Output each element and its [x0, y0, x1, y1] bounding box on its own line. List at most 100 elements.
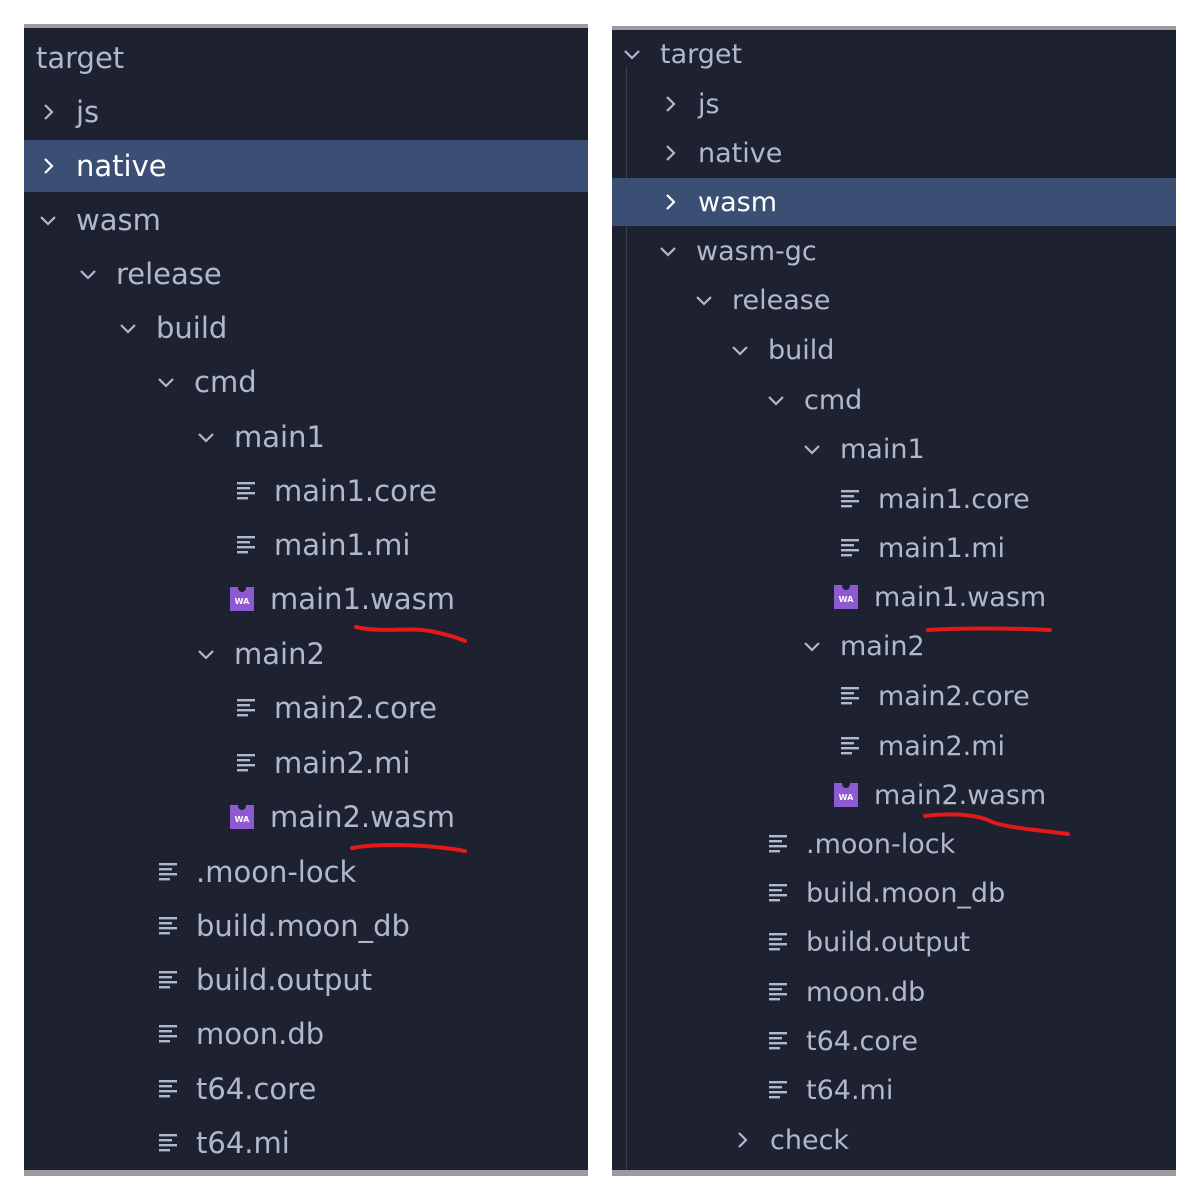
tree-item-label: build.moon_db — [196, 909, 410, 943]
tree-item-label: t64.core — [196, 1072, 317, 1106]
chevron-down-icon — [156, 372, 176, 392]
tree-item-label: build — [768, 334, 835, 366]
tree-item-label: main2.wasm — [270, 800, 455, 834]
tree-item-main2-wasm[interactable]: WA main2.wasm — [612, 771, 1176, 819]
chevron-right-icon — [38, 102, 58, 122]
text-file-icon — [768, 882, 790, 904]
tree-item-cmd[interactable]: cmd — [24, 356, 588, 408]
chevron-down-icon — [766, 390, 786, 410]
tree-item-js[interactable]: js — [612, 80, 1176, 128]
tree-item-label: native — [698, 137, 783, 169]
tree-item-label: moon.db — [196, 1017, 325, 1051]
chevron-down-icon — [802, 439, 822, 459]
tree-item-build-output[interactable]: build.output — [612, 918, 1176, 966]
tree-item-label: main1.mi — [274, 528, 411, 562]
tree-item-label: main2 — [840, 630, 925, 662]
tree-item-label: main1.core — [878, 483, 1030, 515]
text-file-icon — [236, 697, 258, 719]
text-file-icon — [236, 534, 258, 556]
tree-item-js[interactable]: js — [24, 86, 588, 138]
tree-item-label: cmd — [804, 384, 863, 416]
tree-item-label: release — [732, 284, 831, 316]
webassembly-icon: WA — [230, 804, 254, 829]
webassembly-icon: WA — [834, 584, 858, 609]
tree-item-moon-lock[interactable]: .moon-lock — [24, 846, 588, 898]
text-file-icon — [840, 537, 862, 559]
tree-item-label: wasm-gc — [696, 235, 817, 267]
tree-item-main1[interactable]: main1 — [612, 425, 1176, 473]
tree-item-wasm-gc[interactable]: wasm-gc — [612, 227, 1176, 275]
chevron-down-icon — [730, 340, 750, 360]
tree-item-target[interactable]: target — [24, 32, 588, 84]
text-file-icon — [768, 981, 790, 1003]
tree-item-main2[interactable]: main2 — [612, 622, 1176, 670]
tree-item-check[interactable]: check — [612, 1116, 1176, 1164]
tree-item-label: main2.core — [274, 691, 437, 725]
chevron-down-icon — [78, 264, 98, 284]
tree-item-cmd[interactable]: cmd — [612, 376, 1176, 424]
chevron-right-icon — [38, 156, 58, 176]
tree-item-t64-mi[interactable]: t64.mi — [24, 1117, 588, 1169]
text-file-icon — [158, 1078, 180, 1100]
tree-item-wasm[interactable]: wasm — [612, 178, 1176, 226]
tree-item-main1-core[interactable]: main1.core — [24, 465, 588, 517]
tree-item-main1-wasm[interactable]: WA main1.wasm — [612, 573, 1176, 621]
tree-item-t64-core[interactable]: t64.core — [612, 1017, 1176, 1065]
tree-item-label: main2.wasm — [874, 779, 1047, 811]
tree-item-build[interactable]: build — [612, 326, 1176, 374]
tree-item-build-output[interactable]: build.output — [24, 954, 588, 1006]
tree-item-wasm[interactable]: wasm — [24, 194, 588, 246]
tree-item-main1-mi[interactable]: main1.mi — [612, 524, 1176, 572]
text-file-icon — [840, 685, 862, 707]
tree-item-label: check — [770, 1124, 850, 1156]
tree-item-build[interactable]: build — [24, 302, 588, 354]
tree-item-t64-mi[interactable]: t64.mi — [612, 1066, 1176, 1114]
tree-item-label: main2.mi — [878, 730, 1006, 762]
tree-item-main2-mi[interactable]: main2.mi — [24, 737, 588, 789]
text-file-icon — [768, 1030, 790, 1052]
tree-item-label: build.moon_db — [806, 877, 1006, 909]
tree-item-label: js — [698, 88, 720, 120]
tree-item-moon-lock[interactable]: .moon-lock — [612, 820, 1176, 868]
tree-item-main2-core[interactable]: main2.core — [24, 682, 588, 734]
tree-item-release[interactable]: release — [612, 276, 1176, 324]
tree-item-label: main1.wasm — [270, 582, 455, 616]
tree-item-label: main1.mi — [878, 532, 1006, 564]
chevron-down-icon — [694, 290, 714, 310]
tree-item-main1[interactable]: main1 — [24, 411, 588, 463]
text-file-icon — [236, 752, 258, 774]
tree-item-label: target — [36, 41, 125, 75]
tree-item-release[interactable]: release — [24, 248, 588, 300]
tree-item-label: wasm — [76, 203, 161, 237]
tree-item-main1-core[interactable]: main1.core — [612, 475, 1176, 523]
tree-item-main1-mi[interactable]: main1.mi — [24, 519, 588, 571]
tree-item-label: .moon-lock — [806, 828, 956, 860]
tree-item-moon-db[interactable]: moon.db — [612, 968, 1176, 1016]
chevron-down-icon — [38, 210, 58, 230]
tree-item-main2[interactable]: main2 — [24, 628, 588, 680]
tree-item-native[interactable]: native — [612, 129, 1176, 177]
tree-item-label: build.output — [806, 926, 971, 958]
text-file-icon — [158, 1132, 180, 1154]
chevron-right-icon — [660, 143, 680, 163]
text-file-icon — [768, 1079, 790, 1101]
tree-item-label: target — [660, 38, 743, 70]
tree-item-main2-mi[interactable]: main2.mi — [612, 722, 1176, 770]
tree-item-label: build — [156, 311, 228, 345]
tree-item-build-moon-db[interactable]: build.moon_db — [24, 900, 588, 952]
tree-item-main2-core[interactable]: main2.core — [612, 672, 1176, 720]
tree-item-build-moon-db[interactable]: build.moon_db — [612, 869, 1176, 917]
tree-item-main1-wasm[interactable]: WA main1.wasm — [24, 573, 588, 625]
tree-item-moon-db[interactable]: moon.db — [24, 1008, 588, 1060]
tree-item-main2-wasm[interactable]: WA main2.wasm — [24, 791, 588, 843]
tree-item-label: main1 — [234, 420, 325, 454]
chevron-down-icon — [802, 636, 822, 656]
explorer-tree-left: target js native wasm release build cmd … — [24, 24, 588, 1176]
chevron-down-icon — [118, 318, 138, 338]
webassembly-icon: WA — [834, 782, 858, 807]
tree-item-label: main1.core — [274, 474, 437, 508]
tree-item-target[interactable]: target — [612, 30, 1176, 78]
chevron-down-icon — [658, 241, 678, 261]
tree-item-native[interactable]: native — [24, 140, 588, 192]
tree-item-t64-core[interactable]: t64.core — [24, 1063, 588, 1115]
